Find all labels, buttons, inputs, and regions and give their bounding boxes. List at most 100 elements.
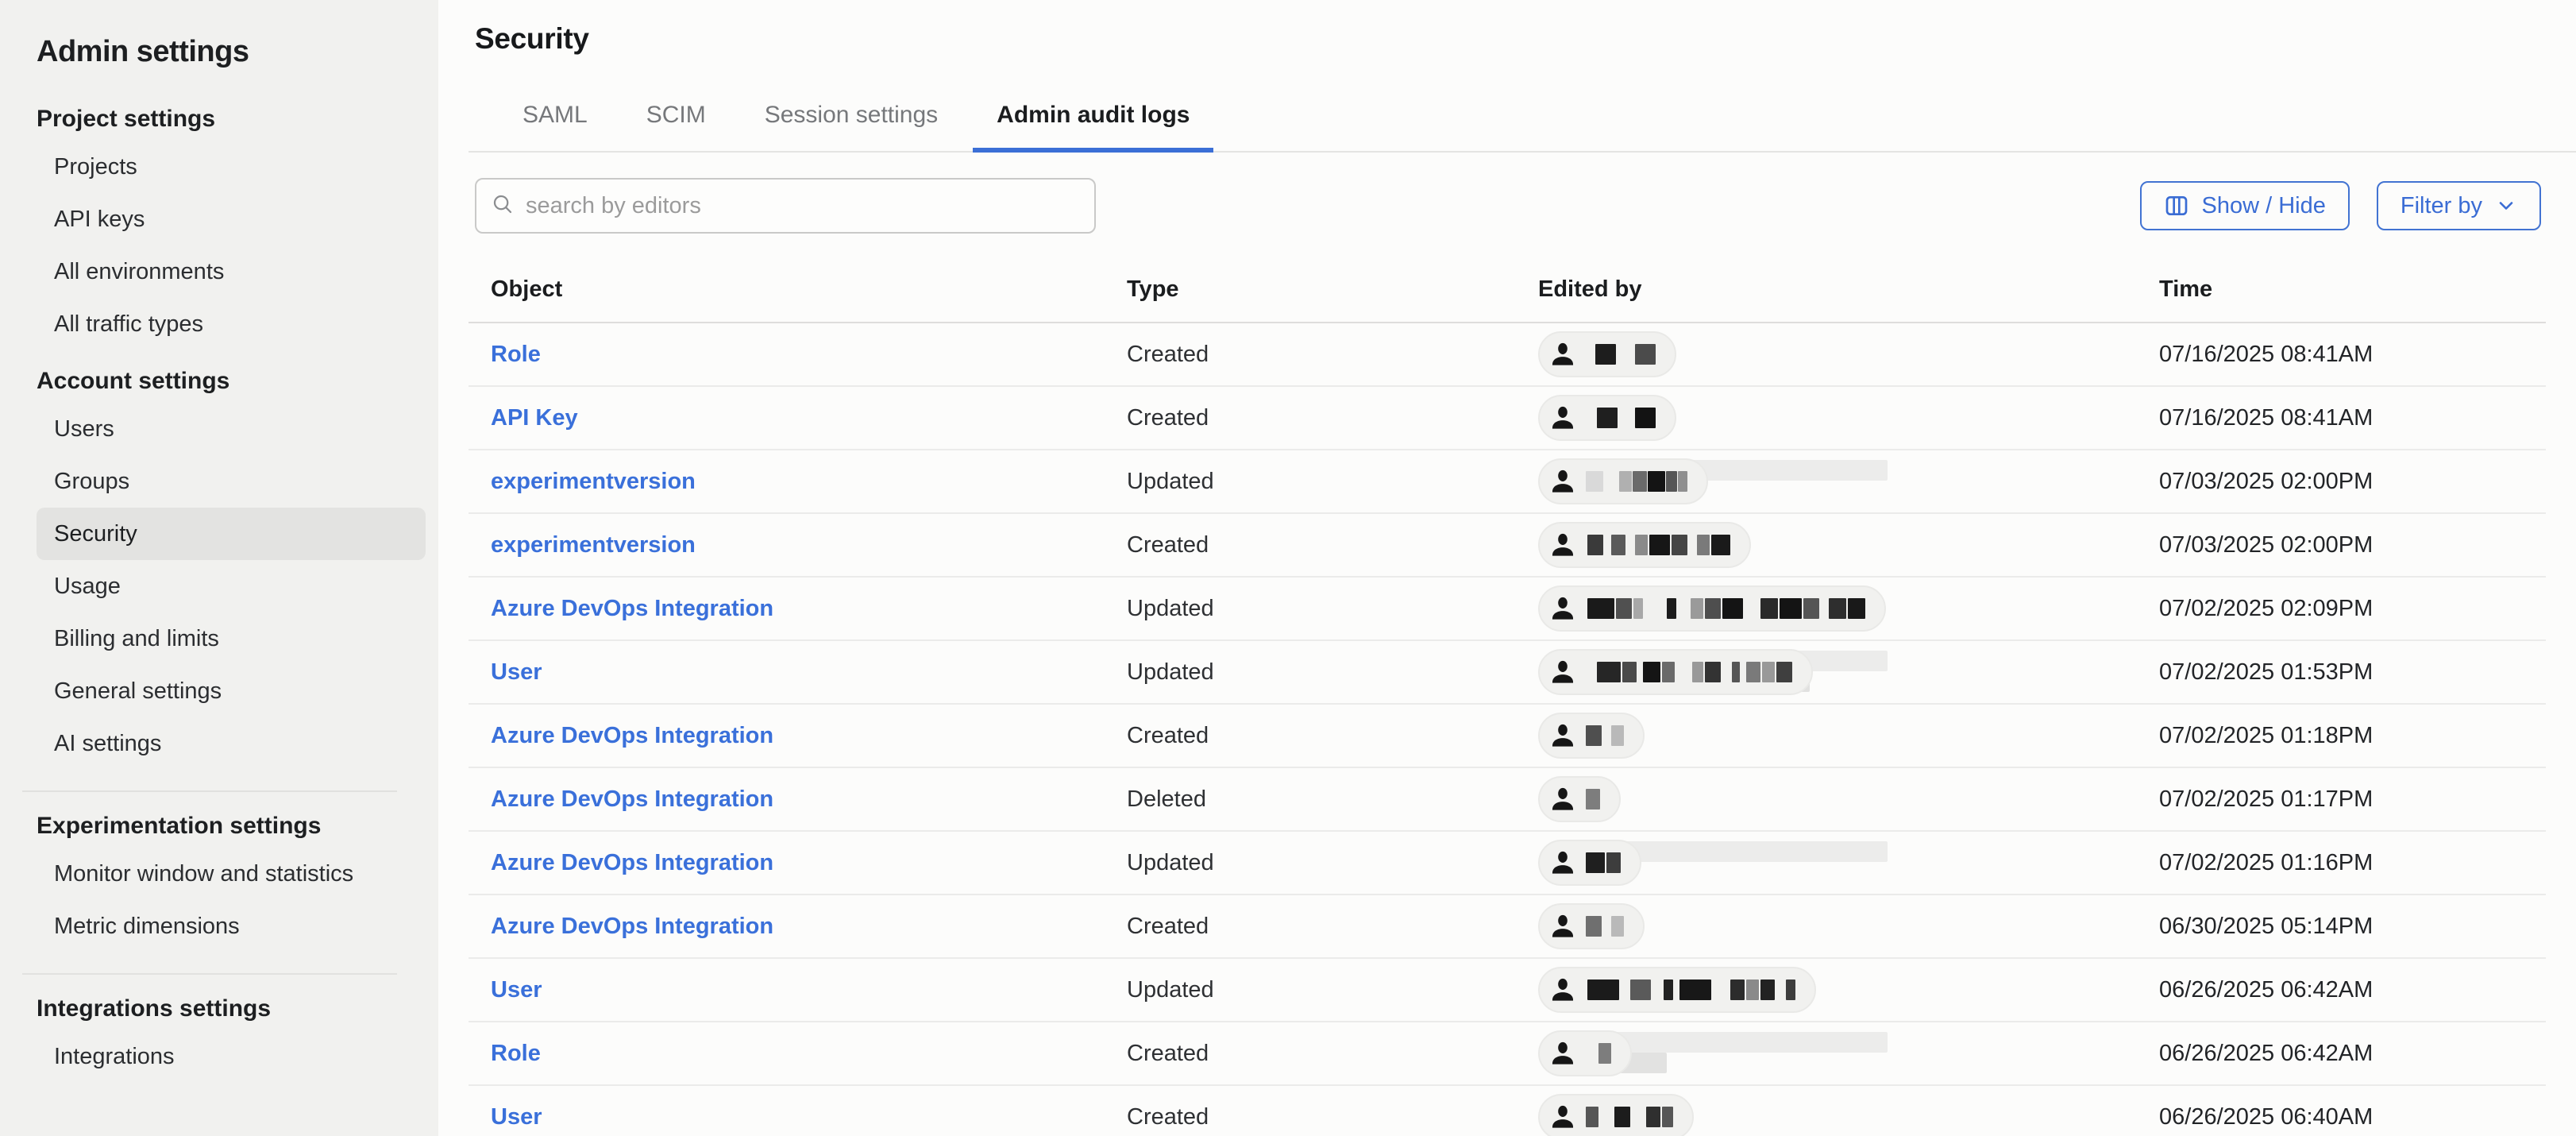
redacted-name-block <box>1614 1107 1630 1127</box>
tab-scim[interactable]: SCIM <box>623 102 730 153</box>
edited-by-cell <box>1516 323 2137 385</box>
time-cell: 06/26/2025 06:40AM <box>2137 1104 2546 1130</box>
show-hide-columns-button[interactable]: Show / Hide <box>2140 181 2350 230</box>
sidebar-item-usage[interactable]: Usage <box>37 560 426 612</box>
sidebar-item-api-keys[interactable]: API keys <box>37 193 426 245</box>
redacted-name-block <box>1666 471 1677 492</box>
column-header-object: Object <box>469 264 1105 322</box>
edited-by-cell <box>1516 514 2137 576</box>
sidebar-item-monitor-window-and-statistics[interactable]: Monitor window and statistics <box>37 848 426 900</box>
sidebar-group-header-account-settings: Account settings <box>37 368 438 395</box>
sidebar-item-all-environments[interactable]: All environments <box>37 245 426 298</box>
redacted-name-block <box>1691 598 1703 619</box>
object-link-role[interactable]: Role <box>491 1041 541 1066</box>
redacted-name-block <box>1633 598 1643 619</box>
admin-settings-app: Admin settings Project settingsProjectsA… <box>0 0 2576 1136</box>
search-box[interactable] <box>475 178 1096 234</box>
redacted-name-block <box>1649 535 1670 555</box>
editor-pill <box>1538 649 1813 695</box>
redacted-name-block <box>1643 662 1660 682</box>
sidebar-item-security[interactable]: Security <box>37 508 426 560</box>
redacted-name-block <box>1803 598 1819 619</box>
redacted-name-block <box>1776 662 1792 682</box>
sidebar-item-metric-dimensions[interactable]: Metric dimensions <box>37 900 426 952</box>
object-link-user[interactable]: User <box>491 1104 542 1130</box>
object-link-azure-devops-integration[interactable]: Azure DevOps Integration <box>491 914 773 939</box>
sidebar-item-billing-and-limits[interactable]: Billing and limits <box>37 612 426 665</box>
sidebar-item-general-settings[interactable]: General settings <box>37 665 426 717</box>
object-link-experimentversion[interactable]: experimentversion <box>491 532 696 558</box>
editor-pill <box>1538 458 1708 504</box>
table-row: Azure DevOps IntegrationUpdated07/02/202… <box>469 832 2546 895</box>
sidebar-item-projects[interactable]: Projects <box>37 141 426 193</box>
object-link-user[interactable]: User <box>491 659 542 685</box>
redacted-name-block <box>1762 662 1775 682</box>
redacted-name-block <box>1586 789 1600 809</box>
table-row: Azure DevOps IntegrationCreated07/02/202… <box>469 705 2546 768</box>
redacted-name-block <box>1611 535 1625 555</box>
redacted-name-block <box>1586 1107 1598 1127</box>
redacted-name-block <box>1635 408 1656 428</box>
type-cell: Created <box>1105 342 1516 368</box>
redacted-name-block <box>1622 662 1637 682</box>
edited-by-cell <box>1516 895 2137 957</box>
editor-pill <box>1538 776 1621 822</box>
edited-by-cell <box>1516 1022 2137 1084</box>
redacted-name-block <box>1606 852 1621 873</box>
type-cell: Created <box>1105 723 1516 749</box>
object-link-experimentversion[interactable]: experimentversion <box>491 469 696 494</box>
table-row: Azure DevOps IntegrationCreated06/30/202… <box>469 895 2546 959</box>
tab-admin-audit-logs[interactable]: Admin audit logs <box>973 102 1213 153</box>
redacted-name-block <box>1587 535 1603 555</box>
redacted-name-block <box>1746 662 1760 682</box>
sidebar-item-groups[interactable]: Groups <box>37 455 426 508</box>
sidebar-group-header-experimentation-settings: Experimentation settings <box>37 813 438 840</box>
sidebar-item-ai-settings[interactable]: AI settings <box>37 717 426 770</box>
edited-by-cell <box>1516 705 2137 767</box>
tab-saml[interactable]: SAML <box>499 102 611 153</box>
person-icon <box>1549 595 1576 622</box>
redacted-name-block <box>1611 725 1624 746</box>
object-link-azure-devops-integration[interactable]: Azure DevOps Integration <box>491 786 773 812</box>
type-cell: Created <box>1105 405 1516 431</box>
redacted-name-block <box>1587 980 1619 1000</box>
page-title: Security <box>475 22 2576 56</box>
object-link-azure-devops-integration[interactable]: Azure DevOps Integration <box>491 596 773 621</box>
sidebar-item-integrations[interactable]: Integrations <box>37 1030 426 1083</box>
type-cell: Created <box>1105 532 1516 558</box>
table-body: Role Created 07/16/2025 08:41AM API Key Crea… <box>469 323 2546 1136</box>
object-link-role[interactable]: Role <box>491 342 541 367</box>
filter-by-label: Filter by <box>2401 193 2482 219</box>
object-link-azure-devops-integration[interactable]: Azure DevOps Integration <box>491 723 773 748</box>
table-row: experimentversionCreated07/03/2025 02:00… <box>469 514 2546 578</box>
time-cell: 07/03/2025 02:00PM <box>2137 469 2546 495</box>
redacted-name-block <box>1692 662 1703 682</box>
editor-pill <box>1538 903 1645 949</box>
redacted-name-block <box>1587 598 1614 619</box>
sidebar-item-users[interactable]: Users <box>37 403 426 455</box>
filter-by-button[interactable]: Filter by <box>2377 181 2541 230</box>
person-icon <box>1549 404 1576 431</box>
table-row: Azure DevOps IntegrationDeleted07/02/202… <box>469 768 2546 832</box>
type-cell: Updated <box>1105 850 1516 876</box>
table-row: experimentversionUpdated07/03/2025 02:00… <box>469 450 2546 514</box>
time-cell: 07/02/2025 02:09PM <box>2137 596 2546 622</box>
person-icon <box>1549 1103 1576 1130</box>
sidebar-item-all-traffic-types[interactable]: All traffic types <box>37 298 426 350</box>
search-input[interactable] <box>524 192 1080 220</box>
object-link-api-key[interactable]: API Key <box>491 405 578 431</box>
editor-pill <box>1538 1094 1694 1136</box>
edited-by-cell <box>1516 578 2137 639</box>
time-cell: 07/16/2025 08:41AM <box>2137 405 2546 431</box>
tab-session-settings[interactable]: Session settings <box>741 102 962 153</box>
type-cell: Created <box>1105 1104 1516 1130</box>
time-cell: 06/26/2025 06:42AM <box>2137 1041 2546 1067</box>
redacted-name-block <box>1672 535 1687 555</box>
redacted-name-block <box>1664 980 1673 1000</box>
object-cell: experimentversion <box>469 532 1105 558</box>
object-cell: User <box>469 977 1105 1003</box>
redacted-name-block <box>1611 916 1624 937</box>
redacted-name-block <box>1697 535 1710 555</box>
object-link-azure-devops-integration[interactable]: Azure DevOps Integration <box>491 850 773 875</box>
object-link-user[interactable]: User <box>491 977 542 1003</box>
